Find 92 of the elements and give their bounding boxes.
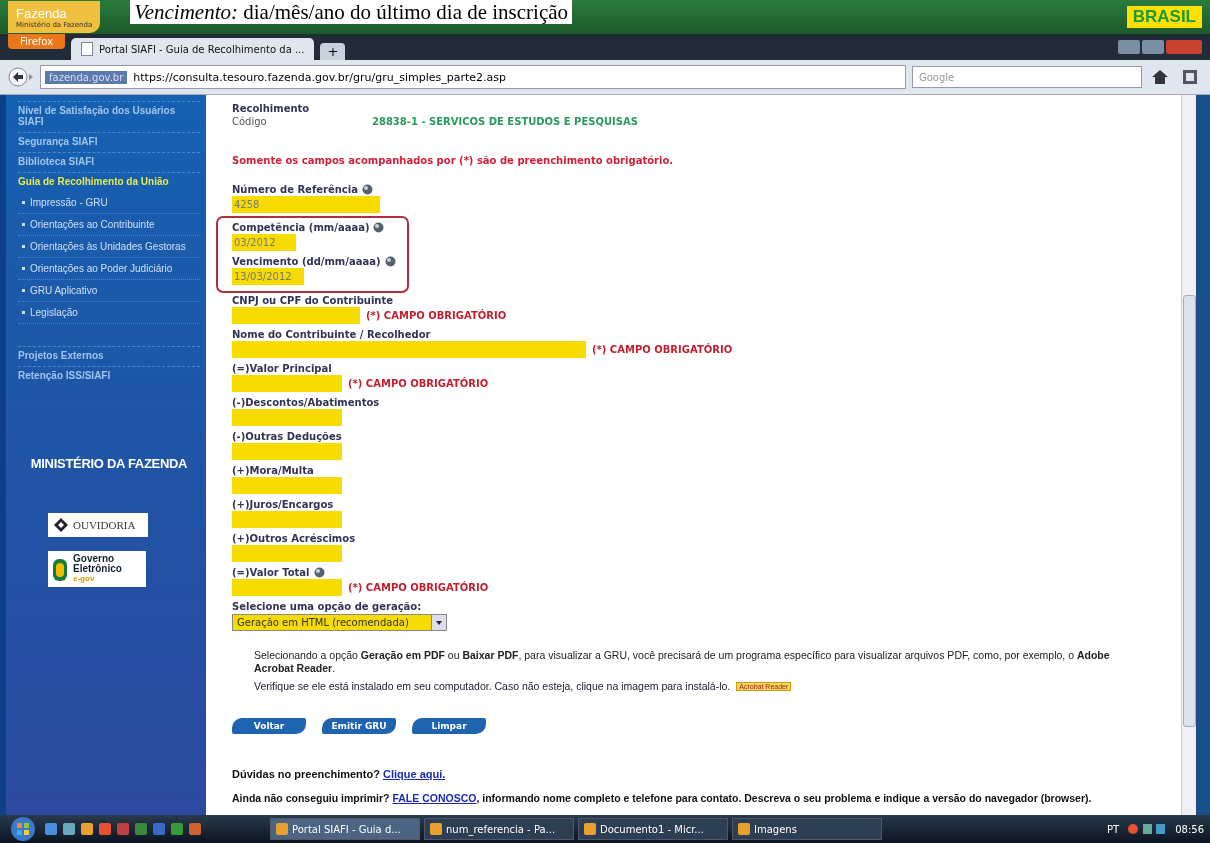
field-label: Nome do Contribuinte / Recolhedor xyxy=(232,328,431,340)
sidebar-subitem[interactable]: Legislação xyxy=(18,302,200,324)
brasil-logo: BRASIL xyxy=(1126,6,1202,28)
quick-launch-icon[interactable] xyxy=(62,822,76,836)
field-label: (+)Mora/Multa xyxy=(232,464,314,476)
quick-launch-icon[interactable] xyxy=(80,822,94,836)
input-field[interactable] xyxy=(232,409,342,426)
form-button[interactable]: Emitir GRU xyxy=(322,718,396,734)
required-note: (*) CAMPO OBRIGATÓRIO xyxy=(592,344,733,355)
quick-launch-icon[interactable] xyxy=(188,822,202,836)
language-indicator[interactable]: PT xyxy=(1107,823,1120,835)
help-icon[interactable] xyxy=(384,255,396,267)
form-button[interactable]: Limpar xyxy=(412,718,486,734)
sidebar-item[interactable]: Nível de Satisfação dos Usuários SIAFI xyxy=(18,101,200,132)
field-label: (+)Juros/Encargos xyxy=(232,498,334,510)
taskbar-button[interactable]: Portal SIAFI - Guia d... xyxy=(270,818,420,840)
form-button[interactable]: Voltar xyxy=(232,718,306,734)
input-field[interactable]: 4258 xyxy=(232,196,380,213)
field-label: Selecione uma opção de geração: xyxy=(232,600,422,612)
info-paragraph: Selecionando a opção Geração em PDF ou Baixar PDF, para visualizar a GRU, você precisará de um programa específico para visualizar arquivos PDF, como, por exemplo, o Adobe Acrobat Reader. xyxy=(254,649,1111,675)
field-label: (=)Valor Total xyxy=(232,566,310,578)
sidebar-subitem[interactable]: GRU Aplicativo xyxy=(18,280,200,302)
help-icon[interactable] xyxy=(313,566,325,578)
ouvidoria-banner[interactable]: OUVIDORIA xyxy=(48,513,148,537)
field-label: CNPJ ou CPF do Contribuinte xyxy=(232,294,394,306)
quick-launch-icon[interactable] xyxy=(116,822,130,836)
field-label: (+)Outros Acréscimos xyxy=(232,532,356,544)
quick-launch-icon[interactable] xyxy=(170,822,184,836)
required-note: (*) CAMPO OBRIGATÓRIO xyxy=(348,378,489,389)
generation-select[interactable]: Geração em HTML (recomendada) xyxy=(232,614,447,631)
required-notice: Somente os campos acompanhados por (*) são de preenchimento obrigatório. xyxy=(232,155,675,166)
field-label: (=)Valor Principal xyxy=(232,362,332,374)
quick-launch-icon[interactable] xyxy=(98,822,112,836)
sidebar-item[interactable]: Guia de Recolhimento da União xyxy=(18,172,200,192)
browser-tab[interactable]: Portal SIAFI - Guia de Recolhimento da ... xyxy=(71,38,315,60)
code-label: Código xyxy=(232,116,268,127)
input-field[interactable] xyxy=(232,443,342,460)
app-icon xyxy=(584,823,596,835)
search-field[interactable]: Google xyxy=(912,66,1142,88)
taskbar-button[interactable]: num_referencia - Pa... xyxy=(424,818,574,840)
field-label: Competência (mm/aaaa) xyxy=(232,221,370,233)
taskbar-button[interactable]: Documento1 - Micr... xyxy=(578,818,728,840)
input-field[interactable] xyxy=(232,579,342,596)
field-label: Número de Referência xyxy=(232,183,358,195)
code-value: 28838-1 - SERVICOS DE ESTUDOS E PESQUISAS xyxy=(372,116,638,127)
input-field[interactable] xyxy=(232,375,342,392)
sidebar-subitem[interactable]: Impressão - GRU xyxy=(18,192,200,214)
scrollbar[interactable] xyxy=(1181,95,1196,815)
sidebar-subitem[interactable]: Orientações às Unidades Gestoras xyxy=(18,236,200,258)
new-tab-button[interactable]: + xyxy=(320,43,346,60)
quick-launch-icon[interactable] xyxy=(152,822,166,836)
site-identity[interactable]: fazenda.gov.br xyxy=(45,70,128,84)
field-label: (-)Descontos/Abatimentos xyxy=(232,396,380,408)
firefox-menu-button[interactable]: Firefox xyxy=(8,34,66,49)
sidebar-item[interactable]: Retenção ISS/SIAFI xyxy=(18,366,200,386)
tray-icons[interactable] xyxy=(1127,822,1168,836)
sidebar-item[interactable]: Biblioteca SIAFI xyxy=(18,152,200,172)
url-text[interactable]: https://consulta.tesouro.fazenda.gov.br/gru/gru_simples_parte2.asp xyxy=(133,70,506,84)
input-field[interactable]: 03/2012 xyxy=(232,234,296,251)
sidebar-subitem[interactable]: Orientações ao Contribuinte xyxy=(18,214,200,236)
input-field[interactable] xyxy=(232,545,342,562)
help-question: Dúvidas no preenchimento? Clique aqui. xyxy=(232,768,447,780)
field-label: (-)Outras Deduções xyxy=(232,430,342,442)
input-field[interactable] xyxy=(232,511,342,528)
sidebar-item[interactable]: Segurança SIAFI xyxy=(18,132,200,152)
field-label: Vencimento (dd/mm/aaaa) xyxy=(232,255,381,267)
clock: 08:56 xyxy=(1175,823,1204,835)
dropdown-caret-icon[interactable] xyxy=(431,615,446,630)
help-icon[interactable] xyxy=(373,221,385,233)
verify-text: Verifique se ele está instalado em seu computador. Caso não esteja, clique na imagem para instalá-lo. xyxy=(254,680,731,692)
caption-text: Vencimento: dia/mês/ano do último dia de inscrição xyxy=(130,0,573,24)
input-field[interactable] xyxy=(232,307,360,324)
egov-banner[interactable]: Governo Eletrônico e-gov xyxy=(48,551,146,587)
app-icon xyxy=(276,823,288,835)
input-field[interactable]: 13/03/2012 xyxy=(232,268,304,285)
sidebar-subitem[interactable]: Orientações ao Poder Judiciário xyxy=(18,258,200,280)
quick-launch-icon[interactable] xyxy=(134,822,148,836)
sidebar-item[interactable]: Projetos Externos xyxy=(18,346,200,366)
back-forward-icon[interactable] xyxy=(8,66,34,88)
help-link[interactable]: Clique aqui. xyxy=(383,768,446,780)
required-note: (*) CAMPO OBRIGATÓRIO xyxy=(348,582,489,593)
app-icon xyxy=(430,823,442,835)
required-note: (*) CAMPO OBRIGATÓRIO xyxy=(366,310,507,321)
help-icon[interactable] xyxy=(361,183,373,195)
ministry-logo: MINISTÉRIO DA FAZENDA xyxy=(29,456,189,471)
quick-launch-icon[interactable] xyxy=(44,822,58,836)
input-field[interactable] xyxy=(232,341,586,358)
input-field[interactable] xyxy=(232,477,342,494)
contact-text: Ainda não conseguiu imprimir? FALE CONOSCO, informando nome completo e telefone para contato. Descreva o seu problema e indique a versão do navegador (browser). xyxy=(232,792,1093,804)
taskbar-button[interactable]: Imagens xyxy=(732,818,882,840)
app-icon xyxy=(738,823,750,835)
section-title: Recolhimento xyxy=(232,103,311,114)
